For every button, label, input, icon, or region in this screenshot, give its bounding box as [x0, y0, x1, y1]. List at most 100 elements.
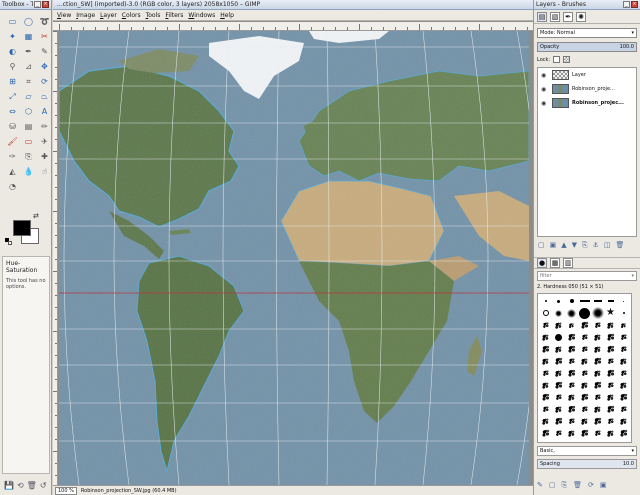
heal-icon[interactable]: ✚	[38, 151, 51, 163]
brush-preset-69[interactable]	[604, 403, 617, 415]
brush-preset-78[interactable]	[539, 427, 552, 439]
brush-preset-45[interactable]	[565, 367, 578, 379]
brush-preset-9[interactable]	[552, 307, 565, 319]
brush-preset-18[interactable]	[578, 319, 591, 331]
brush-preset-34[interactable]	[604, 343, 617, 355]
dock-titlebar[interactable]: Layers - Brushes _ ×	[534, 0, 640, 10]
brush-preset-62[interactable]	[604, 391, 617, 403]
brush-preset-79[interactable]	[552, 427, 565, 439]
brush-preset-80[interactable]	[565, 427, 578, 439]
toolbox-titlebar[interactable]: Toolbox - To... _ ×	[0, 0, 51, 10]
brush-preset-40[interactable]	[591, 355, 604, 367]
brush-as-image-icon[interactable]: ▣	[600, 481, 607, 490]
brush-preset-73[interactable]	[565, 415, 578, 427]
brush-preset-57[interactable]	[539, 391, 552, 403]
menu-windows[interactable]: Windows	[188, 12, 215, 19]
visibility-eye-icon[interactable]: ◉	[541, 72, 549, 79]
flip-icon[interactable]: ⇔	[6, 106, 19, 118]
smudge-icon[interactable]: ☝	[38, 166, 51, 178]
brush-preset-60[interactable]	[578, 391, 591, 403]
minimize-icon[interactable]: _	[623, 1, 630, 8]
brush-preset-46[interactable]	[578, 367, 591, 379]
pencil-icon[interactable]: ✏	[38, 121, 51, 133]
align-icon[interactable]: ⊞	[6, 76, 19, 88]
brush-preset-11[interactable]	[578, 307, 591, 319]
brush-preset-39[interactable]	[578, 355, 591, 367]
restore-options-icon[interactable]: ⟲	[17, 481, 24, 490]
delete-brush-icon[interactable]: 🗑	[573, 481, 582, 490]
perspective-icon[interactable]: ⏢	[38, 91, 51, 103]
delete-options-icon[interactable]: 🗑	[27, 481, 37, 490]
image-canvas[interactable]	[59, 31, 529, 485]
move-icon[interactable]: ✥	[38, 61, 51, 73]
anchor-layer-icon[interactable]: ⚓	[593, 241, 599, 249]
brush-preset-70[interactable]	[617, 403, 630, 415]
menu-image[interactable]: Image	[76, 12, 95, 19]
brush-preset-75[interactable]	[591, 415, 604, 427]
brush-preset-83[interactable]	[604, 427, 617, 439]
brush-preset-15[interactable]	[539, 319, 552, 331]
brush-preset-47[interactable]	[591, 367, 604, 379]
brush-preset-58[interactable]	[552, 391, 565, 403]
paths-tab-icon[interactable]: ✒	[563, 11, 573, 22]
brush-preset-36[interactable]	[539, 355, 552, 367]
brush-preset-5[interactable]	[591, 295, 604, 307]
brush-preset-17[interactable]	[565, 319, 578, 331]
mode-select[interactable]: Mode: Normal ▾	[537, 28, 637, 38]
brush-preset-22[interactable]	[539, 331, 552, 343]
reset-colors-icon[interactable]	[5, 238, 12, 245]
layer-name[interactable]: Robinson_projec...	[572, 100, 624, 106]
brush-preset-1[interactable]	[539, 295, 552, 307]
minimize-icon[interactable]: _	[34, 1, 41, 8]
brush-preset-35[interactable]	[617, 343, 630, 355]
brush-preset-33[interactable]	[591, 343, 604, 355]
brush-preset-53[interactable]	[578, 379, 591, 391]
blend-icon[interactable]: ▤	[22, 121, 35, 133]
dodge-burn-icon[interactable]: ◔	[6, 181, 19, 193]
brush-preset-84[interactable]	[617, 427, 630, 439]
brush-preset-13[interactable]: ★	[604, 307, 617, 319]
menu-view[interactable]: View	[57, 12, 71, 19]
brush-preset-7[interactable]	[617, 295, 630, 307]
perspective-clone-icon[interactable]: ◭	[6, 166, 19, 178]
layer-row[interactable]: ◉ Robinson_projec...	[538, 96, 636, 110]
refresh-brushes-icon[interactable]: ⟳	[588, 481, 594, 490]
lock-pixels-checkbox[interactable]	[553, 56, 561, 63]
brush-preset-76[interactable]	[604, 415, 617, 427]
visibility-eye-icon[interactable]: ◉	[541, 86, 549, 93]
airbrush-icon[interactable]: ✈	[38, 136, 51, 148]
fuzzy-select-icon[interactable]: ✦	[6, 31, 19, 43]
opacity-slider[interactable]: Opacity 100.0	[537, 41, 637, 52]
cage-icon[interactable]: ⬡	[22, 106, 35, 118]
new-layer-icon[interactable]: ▢	[538, 241, 545, 249]
raise-layer-icon[interactable]: ▲	[561, 241, 566, 249]
menu-layer[interactable]: Layer	[100, 12, 117, 19]
layer-row[interactable]: ◉ Robinson_proje...	[538, 82, 636, 96]
duplicate-brush-icon[interactable]: ⎘	[562, 481, 568, 490]
brush-preset-37[interactable]	[552, 355, 565, 367]
layer-row[interactable]: ◉ Layer	[538, 68, 636, 82]
brush-preset-68[interactable]	[591, 403, 604, 415]
paintbrush-icon[interactable]: 🖌	[6, 136, 19, 148]
bucket-fill-icon[interactable]: ⛁	[6, 121, 19, 133]
brush-preset-42[interactable]	[617, 355, 630, 367]
brush-filter-input[interactable]: filter ▾	[537, 271, 637, 281]
brush-preset-51[interactable]	[552, 379, 565, 391]
shear-icon[interactable]: ▱	[22, 91, 35, 103]
brush-preset-49[interactable]	[617, 367, 630, 379]
duplicate-layer-icon[interactable]: ⎘	[582, 241, 588, 250]
brush-preset-29[interactable]	[539, 343, 552, 355]
brush-preset-44[interactable]	[552, 367, 565, 379]
brush-preset-63[interactable]	[617, 391, 630, 403]
layers-tab-icon[interactable]: ▤	[537, 11, 547, 22]
brush-preset-14[interactable]	[617, 307, 630, 319]
menu-filters[interactable]: Filters	[165, 12, 183, 19]
close-icon[interactable]: ×	[42, 1, 49, 8]
swap-colors-icon[interactable]: ⇄	[33, 212, 39, 220]
brush-preset-select[interactable]: Basic, ▾	[537, 446, 637, 456]
free-select-icon[interactable]: ➰	[38, 16, 51, 28]
zoom-icon[interactable]: ⚲	[6, 61, 19, 73]
save-options-icon[interactable]: 💾	[4, 481, 14, 490]
brush-preset-2[interactable]	[552, 295, 565, 307]
blur-icon[interactable]: 💧	[22, 166, 35, 178]
